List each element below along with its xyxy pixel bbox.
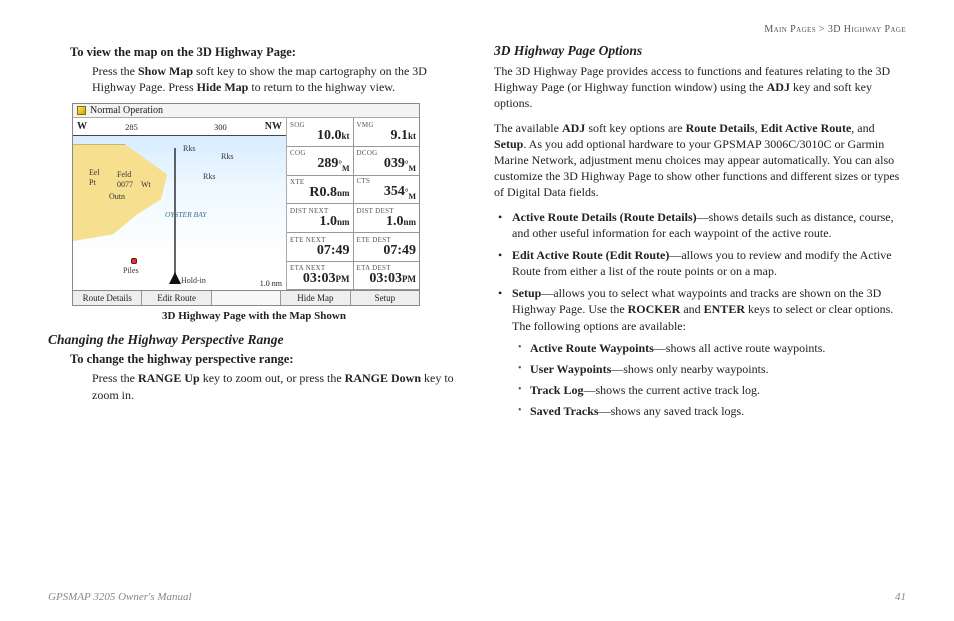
data-cell-value: 07:49 <box>290 244 350 259</box>
device-map-area: W 285 300 NW OYSTER BAY Rks Rks Rks Eel <box>73 118 287 290</box>
perspective-subheading: To change the highway perspective range: <box>70 352 460 367</box>
options-bullets: Active Route Details (Route Details)—sho… <box>494 209 906 420</box>
footer-page-number: 41 <box>895 591 906 603</box>
data-cell: VMG9.1kt <box>353 118 420 147</box>
options-para1: The 3D Highway Page provides access to f… <box>494 63 906 112</box>
waypoint-icon <box>131 258 137 264</box>
data-cell-value: 03:03PM <box>290 272 350 287</box>
data-cell-value: 9.1kt <box>357 129 417 144</box>
view-map-body: Press the Show Map soft key to show the … <box>92 63 460 95</box>
compass-tick: 300 <box>214 122 227 132</box>
data-cell-value: 10.0kt <box>290 129 350 144</box>
data-cell-value: 1.0nm <box>290 215 350 230</box>
breadcrumb-sep: > <box>819 24 825 35</box>
data-cell-value: 354°M <box>357 185 417 201</box>
data-cell-value: 03:03PM <box>357 272 417 287</box>
map-point: Outn <box>109 192 125 201</box>
data-cell: CTS354°M <box>353 176 420 205</box>
softkey-blank <box>212 291 281 305</box>
softkey-button[interactable]: Hide Map <box>281 291 350 305</box>
data-cell: ETE DEST07:49 <box>353 233 420 262</box>
list-item: Setup—allows you to select what waypoint… <box>512 285 906 419</box>
data-cell: ETA NEXT03:03PM <box>287 262 353 291</box>
breadcrumb-page: 3D Highway Page <box>828 24 906 35</box>
device-mode-label: Normal Operation <box>90 105 163 116</box>
breadcrumb-section: Main Pages <box>764 24 816 35</box>
map-point: Feld <box>117 170 131 179</box>
view-map-heading: To view the map on the 3D Highway Page: <box>70 45 460 60</box>
data-cell: ETA DEST03:03PM <box>353 262 420 291</box>
data-cell: COG289°M <box>287 147 353 176</box>
device-figure: Normal Operation W 285 300 NW OYST <box>72 103 420 306</box>
map-point: Wt <box>141 180 151 189</box>
options-para2: The available ADJ soft key options are R… <box>494 120 906 201</box>
boat-icon <box>169 272 181 284</box>
left-column: To view the map on the 3D Highway Page: … <box>48 43 460 426</box>
map-point: Pt <box>89 178 96 187</box>
perspective-body: Press the RANGE Up key to zoom out, or p… <box>92 370 460 402</box>
data-cell: SOG10.0kt <box>287 118 353 147</box>
data-cell-value: 1.0nm <box>357 215 417 230</box>
right-column: 3D Highway Page Options The 3D Highway P… <box>494 43 906 426</box>
list-item: Edit Active Route (Edit Route)—allows yo… <box>512 247 906 279</box>
map-point: Eel <box>89 168 100 177</box>
footer-manual-title: GPSMAP 3205 Owner's Manual <box>48 591 192 603</box>
compass-strip: W 285 300 NW <box>73 118 286 136</box>
data-cell: XTER0.8nm <box>287 176 353 205</box>
data-cell: ETE NEXT07:49 <box>287 233 353 262</box>
softkey-button[interactable]: Setup <box>351 291 419 305</box>
perspective-heading: Changing the Highway Perspective Range <box>48 332 460 348</box>
list-item: Active Route Details (Route Details)—sho… <box>512 209 906 241</box>
map-scale: 1.0 nm <box>260 279 282 288</box>
data-cell: DIST NEXT1.0nm <box>287 204 353 233</box>
map-point: Piles <box>123 266 139 275</box>
page-footer: GPSMAP 3205 Owner's Manual 41 <box>48 591 906 603</box>
list-item: Saved Tracks—shows any saved track logs. <box>530 403 906 419</box>
softkey-button[interactable]: Edit Route <box>142 291 211 305</box>
device-softkey-bar: Route DetailsEdit Route Hide MapSetup <box>73 290 419 305</box>
breadcrumb: Main Pages > 3D Highway Page <box>48 24 906 35</box>
device-titlebar: Normal Operation <box>73 104 419 118</box>
map-point: Rks <box>183 144 195 153</box>
list-item: User Waypoints—shows only nearby waypoin… <box>530 361 906 377</box>
setup-sub-bullets: Active Route Waypoints—shows all active … <box>512 340 906 420</box>
water-body-label: OYSTER BAY <box>165 210 206 219</box>
compass-right-dir: NW <box>265 121 282 132</box>
list-item: Active Route Waypoints—shows all active … <box>530 340 906 356</box>
compass-tick: 285 <box>125 122 138 132</box>
data-cell-value: R0.8nm <box>290 186 350 201</box>
map-point: 0077 <box>117 180 133 189</box>
data-cell: DCOG039°M <box>353 147 420 176</box>
map-point: Hold-in <box>181 276 206 285</box>
data-cell-value: 039°M <box>357 157 417 173</box>
map-point: Rks <box>203 172 215 181</box>
options-heading: 3D Highway Page Options <box>494 43 906 59</box>
softkey-button[interactable]: Route Details <box>73 291 142 305</box>
compass-left-dir: W <box>77 121 87 132</box>
data-cell-value: 289°M <box>290 157 350 173</box>
figure-caption: 3D Highway Page with the Map Shown <box>48 310 460 322</box>
satellite-icon <box>77 106 86 115</box>
map-point: Rks <box>221 152 233 161</box>
list-item: Track Log—shows the current active track… <box>530 382 906 398</box>
data-cell-value: 07:49 <box>357 244 417 259</box>
data-cell: DIST DEST1.0nm <box>353 204 420 233</box>
device-data-column: SOG10.0ktVMG9.1ktCOG289°MDCOG039°MXTER0.… <box>287 118 419 290</box>
